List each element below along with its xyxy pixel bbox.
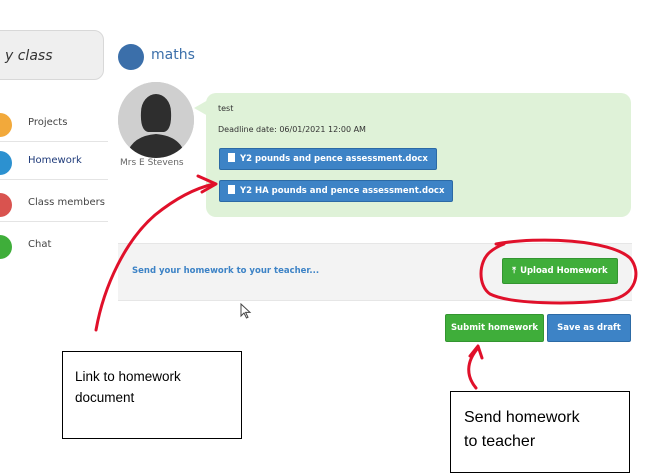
- send-callout-line1: Send homework: [464, 409, 580, 426]
- submit-homework-button[interactable]: Submit homework: [445, 314, 544, 342]
- post-message: test: [218, 104, 234, 113]
- upload-homework-button[interactable]: ⤒ Upload Homework: [502, 258, 618, 284]
- upload-button-label: Upload Homework: [520, 266, 608, 276]
- send-arrow-head: [468, 344, 484, 360]
- file-icon: [228, 153, 235, 162]
- link-callout: Link to homework document: [62, 351, 242, 439]
- upload-prompt: Send your homework to your teacher...: [132, 266, 320, 276]
- sidebar-item-projects[interactable]: Projects: [0, 104, 108, 142]
- chat-icon: [0, 235, 12, 259]
- sidebar-item-chat[interactable]: Chat: [0, 226, 108, 264]
- save-draft-label: Save as draft: [557, 323, 621, 333]
- file-icon: [228, 185, 235, 194]
- my-class-button[interactable]: y class: [0, 30, 104, 80]
- projects-icon: [0, 113, 12, 137]
- sidebar-item-label: Projects: [28, 117, 68, 128]
- send-arrow: [467, 346, 480, 390]
- attachment-y2-pounds-pence[interactable]: Y2 pounds and pence assessment.docx: [219, 148, 437, 170]
- upload-icon: ⤒: [512, 266, 517, 276]
- class-title: maths: [151, 47, 195, 63]
- attachment-label: Y2 pounds and pence assessment.docx: [240, 154, 428, 164]
- link-callout-line2: document: [75, 390, 135, 405]
- attachment-label: Y2 HA pounds and pence assessment.docx: [240, 186, 445, 196]
- teacher-name: Mrs E Stevens: [120, 158, 184, 168]
- class-icon: [118, 44, 144, 70]
- sidebar-item-label: Homework: [28, 155, 82, 166]
- deadline-text: Deadline date: 06/01/2021 12:00 AM: [218, 125, 366, 134]
- submit-button-label: Submit homework: [450, 323, 539, 333]
- link-callout-line1: Link to homework: [75, 369, 181, 384]
- class-members-icon: [0, 193, 12, 217]
- homework-icon: [0, 151, 12, 175]
- sidebar-item-class-members[interactable]: Class members: [0, 184, 108, 222]
- person-silhouette-icon: [118, 82, 194, 158]
- send-callout: Send homework to teacher: [450, 391, 630, 473]
- save-draft-button[interactable]: Save as draft: [547, 314, 631, 342]
- sidebar-item-homework[interactable]: Homework: [0, 142, 108, 180]
- send-callout-line2: to teacher: [464, 433, 536, 450]
- mouse-pointer-icon: [240, 303, 252, 319]
- attachment-y2-ha-pounds-pence[interactable]: Y2 HA pounds and pence assessment.docx: [219, 180, 454, 202]
- my-class-label: y class: [5, 48, 53, 64]
- sidebar-item-label: Chat: [28, 239, 52, 250]
- teacher-avatar: [118, 82, 194, 158]
- sidebar-item-label: Class members: [28, 197, 105, 208]
